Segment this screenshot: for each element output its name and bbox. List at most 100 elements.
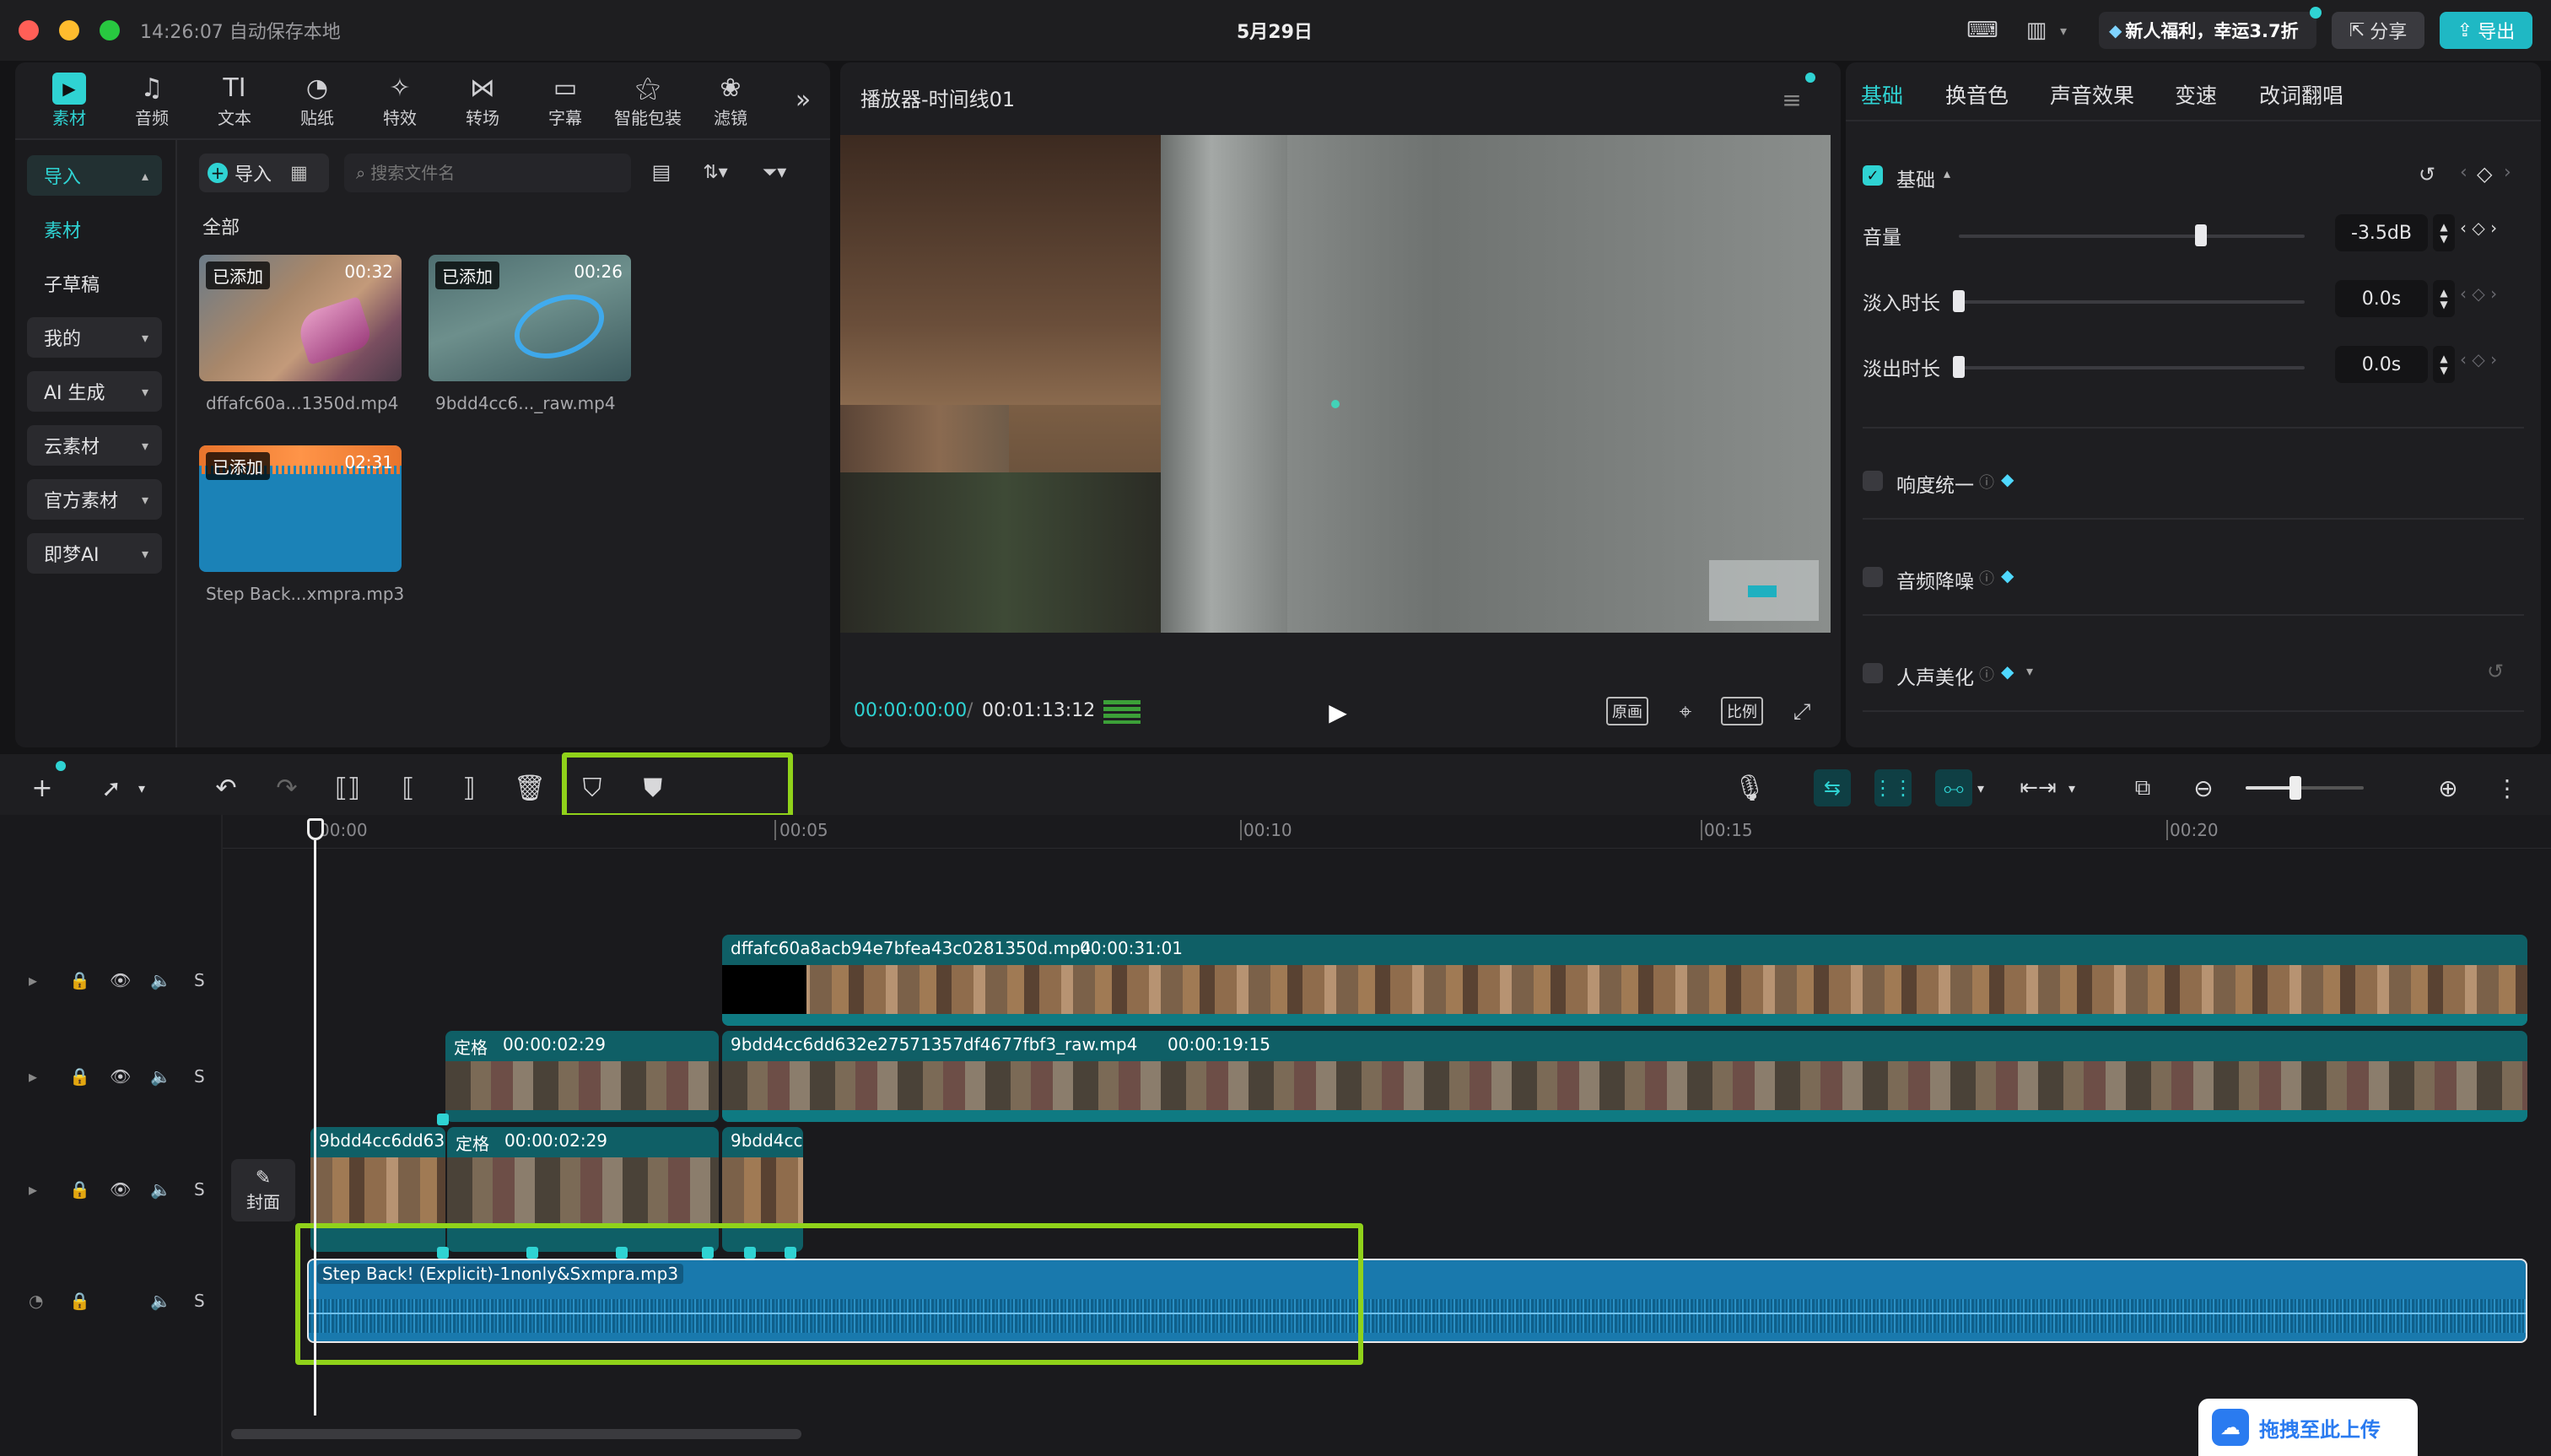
zoom-slider-knob[interactable] [2289, 776, 2301, 800]
zoom-in-icon[interactable]: ⊕ [2430, 769, 2467, 806]
select-chevron-down-icon[interactable]: ▾ [132, 769, 152, 806]
param-keyframe-icon[interactable]: ‹ ◇ › [2460, 218, 2497, 238]
param-keyframe-icon[interactable]: ‹ ◇ › [2460, 349, 2497, 369]
timeline-scrollbar[interactable] [231, 1429, 801, 1439]
option-checkbox[interactable] [1863, 471, 1883, 491]
basic-checkbox[interactable]: ✓ [1863, 165, 1883, 186]
sidebar-item-media[interactable]: 素材 [27, 209, 162, 250]
drag-upload-button[interactable]: ☁ 拖拽至此上传 [2198, 1399, 2418, 1456]
sidebar-item-official[interactable]: 官方素材 ▾ [27, 479, 162, 520]
reset-icon[interactable]: ↺ [2487, 660, 2504, 683]
linkage-chevron-down-icon[interactable]: ▾ [1971, 769, 1991, 806]
sidebar-item-ai-generate[interactable]: AI 生成 ▾ [27, 371, 162, 412]
param-value-input[interactable]: 0.0s [2335, 280, 2428, 317]
export-button[interactable]: ⇪ 导出 [2440, 12, 2532, 49]
param-slider[interactable] [1959, 366, 2305, 369]
playhead-handle[interactable] [307, 818, 324, 840]
play-icon[interactable]: ▶ [1319, 693, 1356, 731]
stepper-down-icon[interactable]: ▼ [2440, 299, 2447, 310]
tab-lyrics-cover[interactable]: 改词翻唱 [2259, 79, 2343, 110]
param-keyframe-icon[interactable]: ‹ ◇ › [2460, 283, 2497, 304]
media-thumb-2[interactable]: 已添加 00:26 [429, 255, 631, 381]
next-keyframe-icon[interactable]: › [2504, 162, 2511, 183]
minimize-window-button[interactable] [59, 20, 79, 40]
trim-right-icon[interactable]: ⟧ [450, 769, 488, 806]
media-thumb-1[interactable]: 已添加 00:32 [199, 255, 402, 381]
sidebar-item-mine[interactable]: 我的 ▾ [27, 317, 162, 358]
eye-icon[interactable]: 👁 [110, 1179, 131, 1200]
shortcut-keyboard-icon[interactable]: ⌨ [1966, 15, 1999, 46]
solo-s-label[interactable]: S [194, 1179, 205, 1200]
tab-filter[interactable]: ❀ 滤镜 [692, 71, 769, 130]
param-value-input[interactable]: -3.5dB [2335, 214, 2428, 251]
filter-icon[interactable]: ⏷▾ [749, 155, 800, 189]
tab-basic[interactable]: 基础 [1861, 79, 1903, 110]
import-button[interactable]: + 导入 ▦ [199, 154, 329, 192]
layout-chevron-down-icon[interactable]: ▾ [2055, 17, 2072, 44]
zoom-out-icon[interactable]: ⊖ [2185, 769, 2222, 806]
preview-axis-icon[interactable]: ⇤⇥ [2020, 769, 2057, 806]
undo-icon[interactable]: ↶ [208, 769, 245, 806]
tab-transition[interactable]: ⋈ 转场 [444, 71, 521, 130]
help-icon[interactable]: ⓘ [1979, 471, 1994, 493]
param-slider-knob[interactable] [1953, 356, 1965, 378]
stepper-up-icon[interactable]: ▲ [2440, 221, 2447, 233]
tab-speed[interactable]: 变速 [2175, 79, 2217, 110]
screenshot-focus-icon[interactable]: ⌖ [1669, 695, 1702, 729]
sort-icon[interactable]: ⇅▾ [690, 155, 741, 189]
close-window-button[interactable] [19, 20, 39, 40]
tab-sticker[interactable]: ◔ 贴纸 [278, 71, 356, 130]
tab-sound-effects[interactable]: 声音效果 [2050, 79, 2134, 110]
param-slider-knob[interactable] [2195, 224, 2207, 246]
speaker-icon[interactable]: 🔈 [150, 970, 171, 990]
search-input[interactable] [370, 163, 607, 183]
tab-voice-change[interactable]: 换音色 [1945, 79, 2009, 110]
stepper-up-icon[interactable]: ▲ [2440, 287, 2447, 299]
tab-text[interactable]: TI 文本 [196, 71, 273, 130]
main-track-magnet-icon[interactable]: ⇆ [1814, 769, 1851, 806]
speaker-icon[interactable]: 🔈 [150, 1179, 171, 1200]
reset-icon[interactable]: ↺ [2413, 160, 2441, 189]
video-preview[interactable] [840, 135, 1831, 633]
speaker-icon[interactable]: 🔈 [150, 1291, 171, 1311]
param-slider[interactable] [1959, 300, 2305, 304]
select-cursor-icon[interactable]: ➚ [93, 769, 130, 806]
sidebar-item-cloud[interactable]: 云素材 ▾ [27, 425, 162, 466]
delete-icon[interactable]: 🗑 [511, 769, 548, 806]
param-stepper[interactable]: ▲ ▼ [2433, 280, 2455, 317]
linkage-icon[interactable]: ⧟ [1935, 769, 1972, 806]
tab-media[interactable]: ▶ 素材 [30, 71, 108, 130]
ratio-button[interactable]: 比例 [1721, 697, 1763, 725]
expand-chevron-down-icon[interactable]: ▾ [2026, 663, 2033, 679]
search-box[interactable]: ⌕ [344, 154, 631, 192]
more-options-icon[interactable]: ⋮ [2489, 769, 2526, 806]
fullscreen-icon[interactable]: ⤢ [1785, 695, 1819, 729]
lock-icon[interactable]: 🔒 [69, 1291, 90, 1311]
help-icon[interactable]: ⓘ [1979, 663, 1994, 685]
share-button[interactable]: ⇱ 分享 [2332, 12, 2424, 49]
param-slider-knob[interactable] [1953, 290, 1965, 312]
preview-axis-chevron-down-icon[interactable]: ▾ [2062, 769, 2082, 806]
player-menu-icon[interactable]: ≡ [1775, 83, 1809, 116]
param-slider[interactable] [1959, 235, 2305, 238]
lock-icon[interactable]: 🔒 [69, 970, 90, 990]
tab-audio[interactable]: ♫ 音频 [113, 71, 191, 130]
tab-caption[interactable]: ▭ 字幕 [526, 71, 604, 130]
add-track-icon[interactable]: + [24, 769, 61, 806]
promo-button[interactable]: ◆ 新人福利，幸运3.7折 [2099, 7, 2322, 49]
sidebar-item-subdraft[interactable]: 子草稿 [27, 263, 162, 304]
view-toggle-icon[interactable]: ▤ [644, 155, 678, 189]
solo-s-label[interactable]: S [194, 970, 205, 990]
solo-s-label[interactable]: S [194, 1066, 205, 1087]
freeze-clip-1[interactable]: 定格 00:00:02:29 [445, 1031, 719, 1122]
param-value-input[interactable]: 0.0s [2335, 346, 2428, 383]
sidebar-item-import[interactable]: 导入 ▴ [27, 155, 162, 196]
stepper-down-icon[interactable]: ▼ [2440, 364, 2447, 376]
keyframe-marker[interactable] [437, 1114, 449, 1125]
param-stepper[interactable]: ▲ ▼ [2433, 214, 2455, 251]
media-thumb-3[interactable]: 已添加 02:31 [199, 445, 402, 572]
tab-effects[interactable]: ✧ 特效 [361, 71, 439, 130]
lock-icon[interactable]: 🔒 [69, 1179, 90, 1200]
cover-button[interactable]: ✎ 封面 [231, 1159, 295, 1221]
redo-icon[interactable]: ↷ [268, 769, 305, 806]
